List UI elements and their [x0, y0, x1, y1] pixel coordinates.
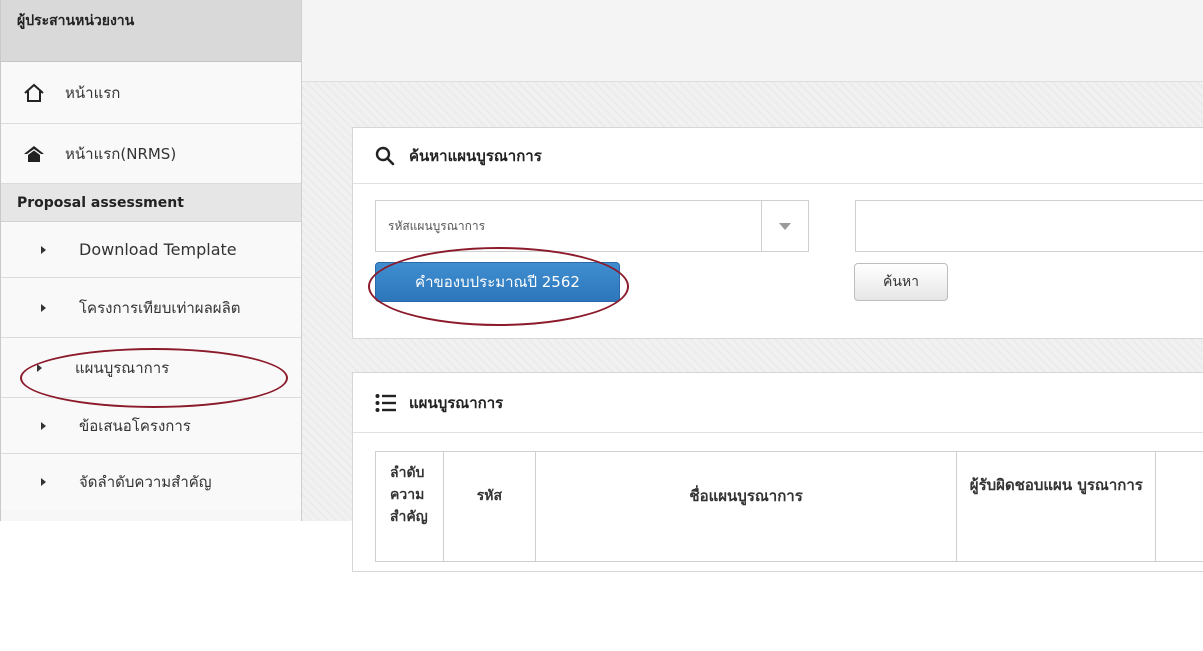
column-header-next	[1156, 452, 1203, 562]
home-outline-icon	[23, 83, 49, 103]
caret-right-icon	[41, 422, 46, 430]
sidebar-item-project-proposal[interactable]: ข้อเสนอโครงการ	[1, 398, 301, 454]
budget-request-button[interactable]: คำของบประมาณปี 2562	[375, 262, 620, 302]
search-icon	[375, 145, 397, 167]
sidebar-title: ผู้ประสานหน่วยงาน	[1, 0, 301, 62]
column-header-priority[interactable]: ลำดับ ความ สำคัญ	[376, 452, 444, 562]
search-panel-title: ค้นหาแผนบูรณาการ	[409, 144, 542, 168]
sidebar: ผู้ประสานหน่วยงาน หน้าแรก หน้าแรก(NRMS) …	[0, 0, 302, 521]
sidebar-item-label: Download Template	[79, 240, 237, 259]
sidebar-item-label: แผนบูรณาการ	[75, 356, 169, 380]
sidebar-item-priority-ranking[interactable]: จัดลำดับความสำคัญ	[1, 454, 301, 510]
sidebar-item-label: ข้อเสนอโครงการ	[79, 414, 191, 438]
plan-list-panel: แผนบูรณาการ ลำดับ ความ สำคัญ รหัส ชื่อแผ…	[352, 372, 1203, 572]
sidebar-item-label: หน้าแรก	[65, 81, 120, 105]
plan-code-select-value: รหัสแผนบูรณาการ	[388, 217, 485, 236]
sidebar-item-integrated-plan[interactable]: แผนบูรณาการ	[1, 338, 301, 398]
sidebar-item-equivalent-projects[interactable]: โครงการเทียบเท่าผลผลิต	[1, 278, 301, 338]
plan-list-panel-header: แผนบูรณาการ	[353, 373, 1203, 433]
column-header-plan-name[interactable]: ชื่อแผนบูรณาการ	[536, 452, 957, 562]
select-dropdown-toggle[interactable]	[761, 201, 808, 251]
column-header-code[interactable]: รหัส	[443, 452, 535, 562]
sidebar-item-download-template[interactable]: Download Template	[1, 222, 301, 278]
table-header-row: ลำดับ ความ สำคัญ รหัส ชื่อแผนบูรณาการ ผู…	[376, 452, 1203, 562]
sidebar-item-label: จัดลำดับความสำคัญ	[79, 470, 212, 494]
caret-right-icon	[41, 478, 46, 486]
top-header-bar	[302, 0, 1203, 82]
plan-table: ลำดับ ความ สำคัญ รหัส ชื่อแผนบูรณาการ ผู…	[375, 451, 1203, 562]
plan-table-wrapper: ลำดับ ความ สำคัญ รหัส ชื่อแผนบูรณาการ ผู…	[375, 451, 1203, 651]
sidebar-section-header: Proposal assessment	[1, 184, 301, 222]
chevron-down-icon	[779, 223, 791, 230]
main-content: ค้นหาแผนบูรณาการ รหัสแผนบูรณาการ คำของบป…	[302, 0, 1203, 521]
sidebar-item-home-nrms[interactable]: หน้าแรก(NRMS)	[1, 124, 301, 184]
sidebar-item-label: หน้าแรก(NRMS)	[65, 142, 176, 166]
plan-list-panel-title: แผนบูรณาการ	[409, 391, 503, 415]
caret-right-icon	[41, 246, 46, 254]
plan-code-select[interactable]: รหัสแผนบูรณาการ	[375, 200, 809, 252]
column-header-responsible[interactable]: ผู้รับผิดชอบแผน บูรณาการ	[957, 452, 1156, 562]
list-icon	[375, 392, 397, 414]
search-panel: ค้นหาแผนบูรณาการ รหัสแผนบูรณาการ คำของบป…	[352, 127, 1203, 339]
home-filled-icon	[23, 144, 49, 164]
sidebar-item-home[interactable]: หน้าแรก	[1, 62, 301, 124]
caret-right-icon	[37, 364, 42, 372]
search-panel-header: ค้นหาแผนบูรณาการ	[353, 128, 1203, 184]
search-button[interactable]: ค้นหา	[854, 263, 948, 301]
caret-right-icon	[41, 304, 46, 312]
sidebar-item-label: โครงการเทียบเท่าผลผลิต	[79, 296, 241, 320]
search-text-input[interactable]	[855, 200, 1203, 252]
